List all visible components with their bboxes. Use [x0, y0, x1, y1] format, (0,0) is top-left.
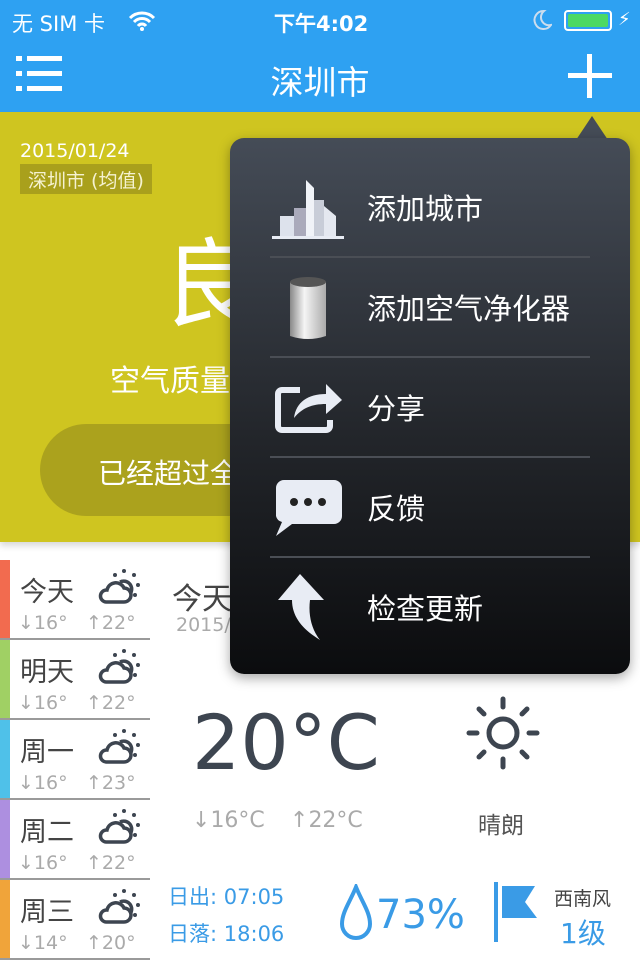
day-color-bar [0, 720, 10, 798]
humidity: 73% [376, 892, 465, 938]
forecast-row[interactable]: 明天 ↓16° ↑22° [0, 640, 150, 720]
carrier: 无 SIM 卡 [12, 12, 105, 36]
sunrise-label: 日出: [168, 885, 218, 909]
partly-cloudy-icon [98, 889, 140, 924]
forecast-high: 20° [101, 932, 136, 954]
location-tag[interactable]: 深圳市 (均值) [20, 164, 152, 194]
forecast-row[interactable]: 今天 ↓16° ↑22° [0, 560, 150, 640]
partly-cloudy-icon [98, 649, 140, 684]
menu-item-add-purifier[interactable]: 添加空气净化器 [270, 256, 590, 356]
page-title: 深圳市 [270, 63, 370, 102]
air-purifier-icon [290, 277, 326, 339]
condition: 晴朗 [478, 813, 524, 839]
forecast-low: 14° [33, 932, 68, 954]
forecast-day: 明天 [20, 657, 74, 688]
menu-item-feedback[interactable]: 反馈 [270, 456, 590, 556]
sunrise-time: 07:05 [223, 885, 285, 909]
wifi-icon [128, 11, 156, 31]
battery-icon [564, 10, 612, 31]
day-color-bar [0, 800, 10, 878]
detail-day: 今天 [172, 582, 232, 617]
partly-cloudy-icon [98, 809, 140, 844]
sun-icon [466, 696, 540, 770]
forecast-low: 16° [33, 852, 68, 874]
menu-item-check-update[interactable]: 检查更新 [270, 556, 590, 656]
forecast-high: 23° [101, 772, 136, 794]
day-color-bar [0, 880, 10, 958]
forecast-row[interactable]: 周三 ↓14° ↑20° [0, 880, 150, 960]
forecast-low: 16° [33, 692, 68, 714]
detail-high: 22°C [308, 808, 363, 833]
nav-bar: 无 SIM 卡 下午4:02 ⚡ 深圳市 [0, 0, 640, 112]
plus-icon[interactable] [568, 54, 612, 98]
forecast-low: 16° [33, 612, 68, 634]
sunset-time: 18:06 [223, 922, 285, 946]
chat-bubble-icon [276, 480, 342, 536]
partly-cloudy-icon [98, 569, 140, 604]
forecast-day: 周一 [20, 737, 74, 768]
forecast-high: 22° [101, 612, 136, 634]
menu-pointer [576, 116, 608, 140]
day-color-bar [0, 640, 10, 718]
aqi-description: 空气质量 [110, 364, 230, 399]
menu-item-label: 添加城市 [367, 192, 484, 226]
menu-item-label: 分享 [367, 392, 426, 426]
detail-date: 2015/ [176, 614, 231, 636]
humidity-drop-icon [339, 884, 373, 940]
forecast-row[interactable]: 周一 ↓16° ↑23° [0, 720, 150, 800]
day-color-bar [0, 560, 10, 638]
up-arrow-icon [278, 574, 324, 640]
current-temp: 20°C [192, 698, 380, 787]
partly-cloudy-icon [98, 729, 140, 764]
clock: 下午4:02 [274, 12, 369, 36]
wind-level: 1级 [560, 917, 606, 950]
wind-direction: 西南风 [554, 888, 612, 910]
menu-item-share[interactable]: 分享 [270, 356, 590, 456]
wind-flag-icon [494, 882, 537, 942]
charging-icon: ⚡ [618, 9, 631, 30]
forecast-day: 周三 [20, 897, 74, 928]
forecast-high: 22° [101, 692, 136, 714]
menu-item-label: 添加空气净化器 [367, 292, 571, 326]
ranking-text: 已经超过全 [98, 457, 239, 490]
moon-icon [533, 9, 552, 30]
menu-item-label: 反馈 [367, 492, 426, 526]
detail-low: 16°C [210, 808, 265, 833]
forecast-day: 周二 [20, 817, 74, 848]
menu-item-add-city[interactable]: 添加城市 [270, 156, 590, 256]
forecast-day: 今天 [20, 577, 74, 608]
share-icon [275, 384, 342, 433]
popup-menu: 添加城市 添加空气净化器 分享 反馈 检查更新 [230, 138, 630, 674]
forecast-row[interactable]: 周二 ↓16° ↑22° [0, 800, 150, 880]
city-buildings-icon [272, 180, 344, 239]
forecast-high: 22° [101, 852, 136, 874]
menu-item-label: 检查更新 [367, 592, 484, 626]
aqi-date: 2015/01/24 [20, 140, 130, 162]
forecast-low: 16° [33, 772, 68, 794]
sunset-label: 日落: [168, 922, 218, 946]
